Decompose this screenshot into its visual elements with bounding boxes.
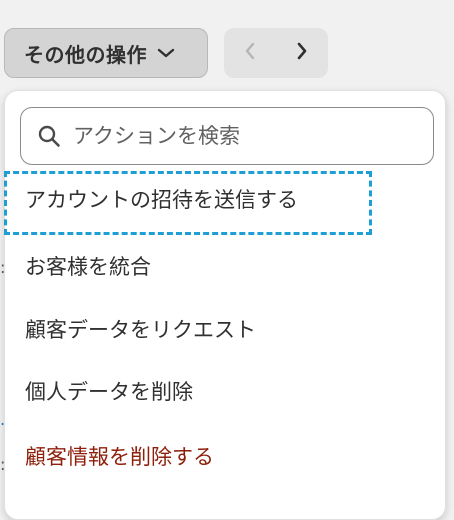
action-search-field[interactable] xyxy=(20,107,434,165)
chevron-right-icon xyxy=(296,41,308,65)
action-search-input[interactable] xyxy=(73,124,433,148)
menu-item-delete-customer[interactable]: 顧客情報を削除する xyxy=(5,428,445,484)
pagination xyxy=(224,28,328,78)
more-actions-button[interactable]: その他の操作 xyxy=(4,28,208,78)
focus-ring xyxy=(4,171,372,235)
menu-item-request-customer-data[interactable]: 顧客データをリクエスト xyxy=(5,301,445,357)
search-icon xyxy=(37,123,63,149)
menu-item-label: 個人データを削除 xyxy=(25,380,193,404)
menu-item-label: お客様を統合 xyxy=(25,255,151,279)
menu-item-send-account-invite[interactable]: アカウントの招待を送信する xyxy=(4,171,445,235)
previous-button[interactable] xyxy=(230,33,270,73)
chevron-down-icon xyxy=(157,47,175,59)
actions-popover: アカウントの招待を送信する お客様を統合 顧客データをリクエスト 個人データを削… xyxy=(4,90,446,520)
chevron-left-icon xyxy=(244,41,256,65)
menu-item-merge-customers[interactable]: お客様を統合 xyxy=(5,238,445,294)
next-button[interactable] xyxy=(282,33,322,73)
menu-item-erase-personal-data[interactable]: 個人データを削除 xyxy=(5,363,445,419)
more-actions-label: その他の操作 xyxy=(24,42,147,67)
menu-item-label: 顧客データをリクエスト xyxy=(25,318,256,342)
menu-item-label: 顧客情報を削除する xyxy=(25,445,214,469)
